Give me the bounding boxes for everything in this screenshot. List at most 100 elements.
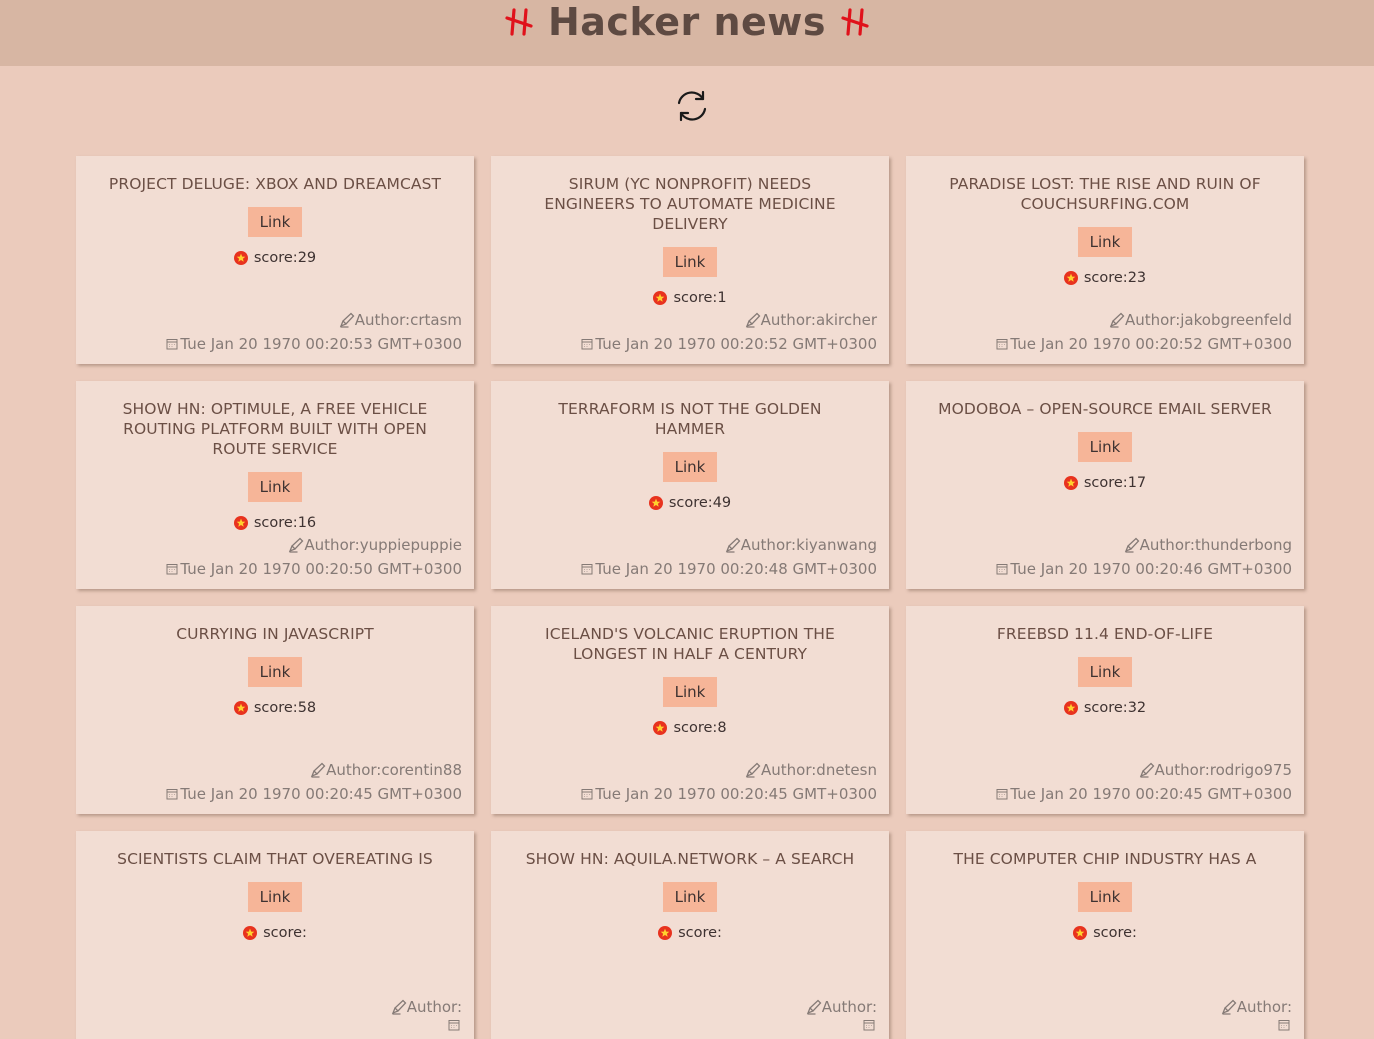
- date-line: Tue Jan 20 1970 00:20:45 GMT+0300: [996, 782, 1292, 806]
- score-label: score:: [1083, 700, 1128, 716]
- score-label: score:: [1083, 475, 1128, 491]
- story-date: Tue Jan 20 1970 00:20:50 GMT+0300: [180, 560, 462, 578]
- pen-icon: [1221, 999, 1237, 1015]
- star-icon: [658, 926, 673, 940]
- author-name: rodrigo975: [1209, 761, 1292, 779]
- story-title: Project Deluge: Xbox and Dreamcast: [108, 175, 442, 193]
- story-card: Iceland's volcanic eruption the longest …: [491, 606, 889, 814]
- author-name: yuppiepuppie: [359, 536, 462, 554]
- story-link-button[interactable]: Link: [662, 247, 718, 277]
- pen-icon: [745, 312, 761, 328]
- author-line: Author: akircher: [581, 308, 877, 332]
- author-name: akircher: [815, 311, 877, 329]
- author-line: Author:: [806, 995, 877, 1019]
- author-line: Author: thunderbong: [996, 533, 1292, 557]
- story-meta: Author:: [1221, 995, 1292, 1031]
- pen-icon: [1109, 312, 1125, 328]
- star-icon: [648, 496, 663, 510]
- story-link-button[interactable]: Link: [247, 472, 303, 502]
- calendar-icon: [448, 1020, 460, 1031]
- story-title: Sirum (YC nonprofit) needs engineers to …: [544, 175, 836, 233]
- author-label: Author:: [1236, 998, 1292, 1016]
- story-link-button[interactable]: Link: [247, 657, 303, 687]
- star-icon: [1063, 271, 1078, 285]
- hacker-news-logo-icon: [505, 8, 533, 36]
- story-link-button[interactable]: Link: [1077, 657, 1133, 687]
- story-body: Link score:: [658, 869, 722, 1039]
- calendar-icon: [166, 564, 178, 575]
- page-title: Hacker news: [547, 0, 826, 44]
- story-card: FreeBSD 11.4 end-of-life Link score: 32: [906, 606, 1304, 814]
- author-line: Author:: [1221, 995, 1292, 1019]
- date-line: Tue Jan 20 1970 00:20:46 GMT+0300: [996, 557, 1292, 581]
- calendar-icon: [166, 339, 178, 350]
- calendar-icon: [996, 339, 1008, 350]
- score-label: score:: [673, 720, 718, 736]
- story-title: Show HN: Aquila.network – A search: [525, 850, 855, 868]
- story-card: The computer chip industry has a Link sc…: [906, 831, 1304, 1039]
- score-value: 32: [1127, 700, 1147, 716]
- story-score: score:: [658, 925, 722, 941]
- score-label: score:: [253, 515, 298, 531]
- story-meta: Author: jakobgreenfeld Tue Jan 20 1970 0…: [996, 308, 1292, 356]
- author-name: corentin88: [381, 761, 462, 779]
- calendar-icon: [996, 564, 1008, 575]
- author-line: Author: crtasm: [166, 308, 462, 332]
- story-title: FreeBSD 11.4 end-of-life: [996, 625, 1214, 643]
- story-link-button[interactable]: Link: [247, 882, 303, 912]
- pen-icon: [725, 537, 741, 553]
- author-line: Author: jakobgreenfeld: [996, 308, 1292, 332]
- story-link-button[interactable]: Link: [662, 882, 718, 912]
- hacker-news-logo-icon: [841, 8, 869, 36]
- story-link-button[interactable]: Link: [1077, 227, 1133, 257]
- author-line: Author: dnetesn: [581, 758, 877, 782]
- header-title-group: Hacker news: [490, 0, 884, 44]
- refresh-button[interactable]: [674, 88, 710, 124]
- story-title: Currying in JavaScript: [176, 625, 374, 643]
- story-meta: Author: kiyanwang Tue Jan 20 1970 00:20:…: [581, 533, 877, 581]
- story-card: Terraform is not the golden hammer Link …: [491, 381, 889, 589]
- score-value: 17: [1127, 475, 1147, 491]
- author-name: kiyanwang: [796, 536, 877, 554]
- story-link-button[interactable]: Link: [1077, 882, 1133, 912]
- story-score: score: 58: [233, 700, 316, 716]
- story-date: Tue Jan 20 1970 00:20:53 GMT+0300: [180, 335, 462, 353]
- story-meta: Author: rodrigo975 Tue Jan 20 1970 00:20…: [996, 758, 1292, 806]
- story-meta: Author: dnetesn Tue Jan 20 1970 00:20:45…: [581, 758, 877, 806]
- story-card: Show HN: Optimule, a free vehicle routin…: [76, 381, 474, 589]
- author-name: thunderbong: [1194, 536, 1292, 554]
- date-line: [391, 1019, 462, 1031]
- pen-icon: [391, 999, 407, 1015]
- story-date: Tue Jan 20 1970 00:20:45 GMT+0300: [180, 785, 462, 803]
- pen-icon: [806, 999, 822, 1015]
- star-icon: [233, 516, 248, 530]
- story-link-button[interactable]: Link: [1077, 432, 1133, 462]
- story-score: score: 16: [233, 515, 316, 531]
- story-score: score: 8: [653, 720, 727, 736]
- calendar-icon: [581, 564, 593, 575]
- story-link-button[interactable]: Link: [662, 677, 718, 707]
- date-line: [806, 1019, 877, 1031]
- story-date: Tue Jan 20 1970 00:20:52 GMT+0300: [1010, 335, 1292, 353]
- author-label: Author:: [740, 536, 797, 554]
- story-date: Tue Jan 20 1970 00:20:52 GMT+0300: [595, 335, 877, 353]
- story-score: score: 23: [1063, 270, 1146, 286]
- score-value: 1: [717, 290, 727, 306]
- author-label: Author:: [1124, 311, 1181, 329]
- pen-icon: [1139, 762, 1154, 778]
- story-date: Tue Jan 20 1970 00:20:45 GMT+0300: [595, 785, 877, 803]
- story-card: Scientists claim that overeating is Link…: [76, 831, 474, 1039]
- story-link-button[interactable]: Link: [247, 207, 303, 237]
- story-link-button[interactable]: Link: [662, 452, 718, 482]
- score-label: score:: [1093, 925, 1137, 941]
- author-label: Author:: [406, 998, 462, 1016]
- story-title: Iceland's volcanic eruption the longest …: [545, 625, 835, 663]
- story-score: score:: [243, 925, 307, 941]
- author-line: Author:: [391, 995, 462, 1019]
- story-meta: Author:: [391, 995, 462, 1031]
- author-name: jakobgreenfeld: [1180, 311, 1292, 329]
- story-meta: Author: thunderbong Tue Jan 20 1970 00:2…: [996, 533, 1292, 581]
- story-meta: Author: yuppiepuppie Tue Jan 20 1970 00:…: [166, 533, 462, 581]
- calendar-icon: [581, 789, 593, 800]
- star-icon: [1073, 926, 1088, 940]
